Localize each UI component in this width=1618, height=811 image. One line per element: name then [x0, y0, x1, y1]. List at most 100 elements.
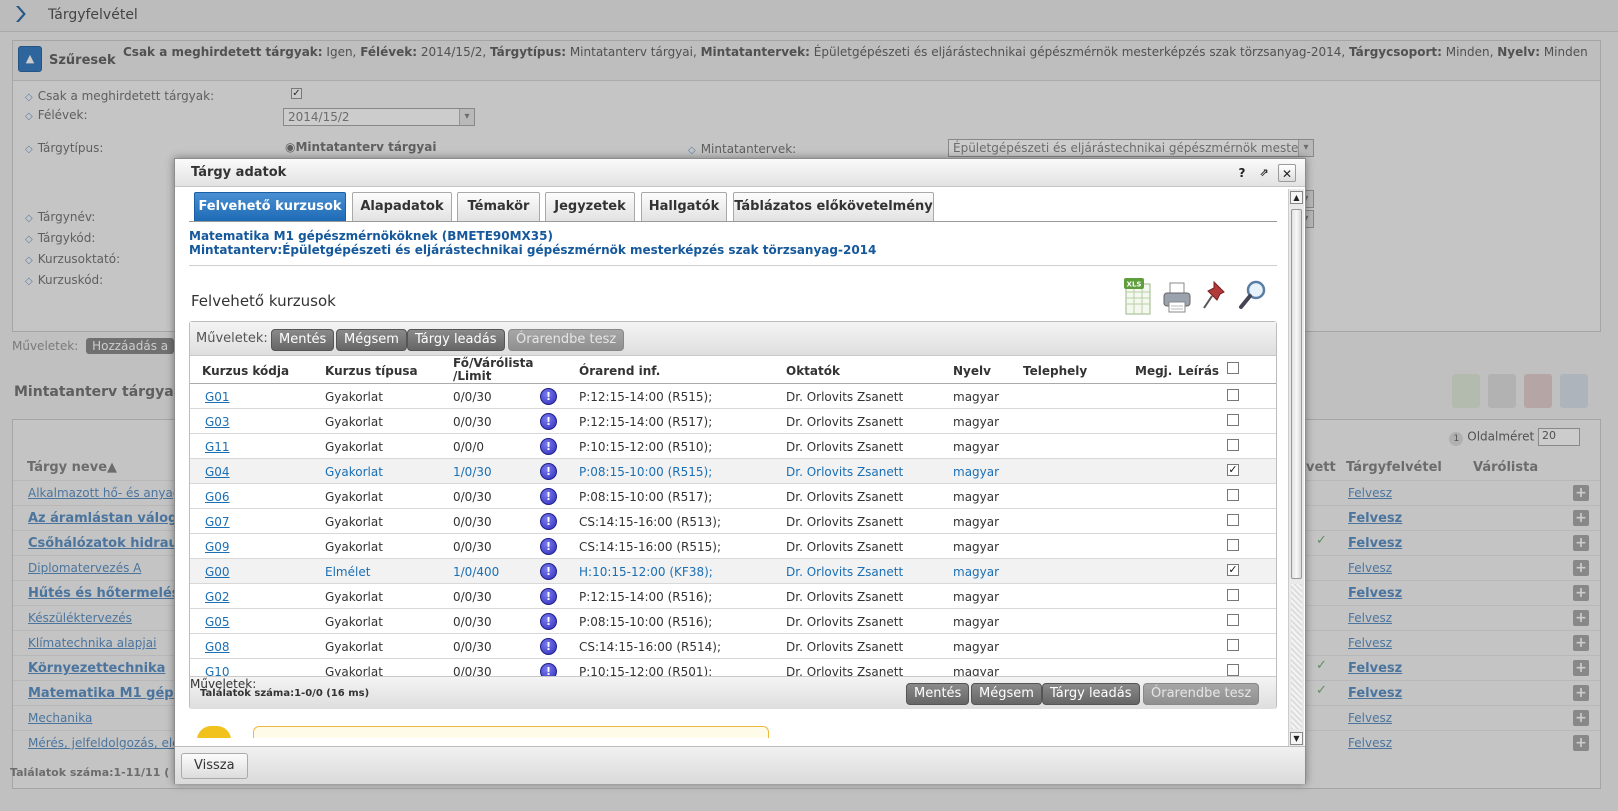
course-select-checkbox[interactable]: [1227, 489, 1239, 501]
info-icon[interactable]: !: [540, 538, 557, 555]
popout-icon[interactable]: ⇗: [1255, 164, 1273, 182]
course-select-checkbox[interactable]: [1227, 414, 1239, 426]
dialog-title: Tárgy adatok: [191, 165, 287, 180]
course-code-link[interactable]: G05: [205, 615, 230, 629]
course-limit: 0/0/30: [453, 640, 492, 654]
dialog-footer: Vissza: [175, 746, 1305, 784]
xls-export-icon[interactable]: XLS: [1123, 276, 1155, 316]
course-limit: 0/0/30: [453, 490, 492, 504]
help-icon[interactable]: ?: [1233, 164, 1251, 182]
course-limit: 0/0/30: [453, 590, 492, 604]
info-icon[interactable]: !: [540, 613, 557, 630]
course-code-link[interactable]: G06: [205, 490, 230, 504]
svg-text:XLS: XLS: [1127, 281, 1142, 289]
col-schedule[interactable]: Órarend inf.: [579, 365, 660, 378]
scroll-track[interactable]: [1291, 584, 1302, 729]
course-schedule: CS:14:15-16:00 (R513);: [579, 515, 721, 529]
back-button[interactable]: Vissza: [181, 753, 248, 779]
course-select-checkbox[interactable]: [1227, 514, 1239, 526]
course-type: Gyakorlat: [325, 390, 383, 404]
course-type: Gyakorlat: [325, 415, 383, 429]
course-select-checkbox[interactable]: [1227, 639, 1239, 651]
close-icon[interactable]: ✕: [1278, 164, 1296, 182]
course-code-link[interactable]: G00: [205, 565, 230, 579]
course-code-link[interactable]: G03: [205, 415, 230, 429]
info-icon[interactable]: !: [540, 563, 557, 580]
add-to-timetable-button[interactable]: Órarendbe tesz: [508, 329, 625, 351]
tab-divider: [189, 221, 1277, 222]
course-language: magyar: [953, 515, 1000, 529]
course-code-link[interactable]: G07: [205, 515, 230, 529]
course-language: magyar: [953, 540, 1000, 554]
scroll-thumb[interactable]: [1291, 209, 1302, 579]
info-icon[interactable]: !: [540, 438, 557, 455]
scroll-down-icon[interactable]: ▼: [1290, 732, 1303, 745]
course-row: G05 Gyakorlat 0/0/30 P:08:15-10:00 (R516); D…: [190, 609, 1276, 634]
course-language: magyar: [953, 565, 1000, 579]
grid-footer: Találatok száma:1-0/0 (16 ms) Műveletek:…: [190, 676, 1276, 709]
course-teacher: Dr. Orlovits Zsanett: [786, 615, 904, 629]
course-select-checkbox[interactable]: [1227, 439, 1239, 451]
tab-0[interactable]: Felvehető kurzusok: [194, 192, 346, 222]
save-button[interactable]: Mentés: [271, 329, 335, 351]
col-course-type[interactable]: Kurzus típusa: [325, 365, 418, 378]
course-teacher: Dr. Orlovits Zsanett: [786, 515, 904, 529]
info-icon[interactable]: !: [540, 588, 557, 605]
col-description[interactable]: Leírás: [1178, 365, 1219, 378]
drop-subject-button[interactable]: Tárgy leadás: [407, 329, 505, 351]
course-code-link[interactable]: G09: [205, 540, 230, 554]
search-icon[interactable]: [1237, 276, 1269, 316]
tab-2[interactable]: Témakör: [457, 192, 540, 222]
cancel-button[interactable]: Mégsem: [336, 329, 407, 351]
course-teacher: Dr. Orlovits Zsanett: [786, 565, 904, 579]
course-code-link[interactable]: G04: [205, 465, 230, 479]
col-site[interactable]: Telephely: [1023, 365, 1087, 378]
course-select-checkbox[interactable]: ✓: [1227, 564, 1239, 576]
add-to-timetable-button-bottom[interactable]: Órarendbe tesz: [1143, 683, 1260, 705]
course-select-checkbox[interactable]: [1227, 614, 1239, 626]
info-icon[interactable]: !: [540, 488, 557, 505]
info-icon[interactable]: !: [540, 463, 557, 480]
dialog-scrollbar[interactable]: ▲ ▼: [1288, 189, 1304, 747]
course-code-link[interactable]: G08: [205, 640, 230, 654]
course-code-link[interactable]: G01: [205, 390, 230, 404]
course-row: G07 Gyakorlat 0/0/30 CS:14:15-16:00 (R513);…: [190, 509, 1276, 534]
col-teachers[interactable]: Oktatók: [786, 365, 840, 378]
pin-icon[interactable]: [1200, 276, 1232, 316]
info-icon[interactable]: !: [540, 638, 557, 655]
cancel-button-bottom[interactable]: Mégsem: [971, 683, 1042, 705]
print-icon[interactable]: [1161, 276, 1193, 316]
dialog-titlebar: Tárgy adatok ? ⇗ ✕: [175, 159, 1305, 187]
course-code-link[interactable]: G02: [205, 590, 230, 604]
tab-3[interactable]: Jegyzetek: [545, 192, 635, 222]
course-row: G09 Gyakorlat 0/0/30 CS:14:15-16:00 (R515);…: [190, 534, 1276, 559]
course-select-checkbox[interactable]: [1227, 664, 1239, 676]
info-icon[interactable]: !: [540, 388, 557, 405]
col-course-code[interactable]: Kurzus kódja: [202, 365, 289, 378]
tab-5[interactable]: Táblázatos előkövetelmény: [733, 192, 934, 222]
info-icon[interactable]: !: [540, 513, 557, 530]
course-limit: 0/0/30: [453, 390, 492, 404]
select-all-checkbox[interactable]: [1227, 362, 1239, 374]
course-teacher: Dr. Orlovits Zsanett: [786, 465, 904, 479]
course-type: Gyakorlat: [325, 490, 383, 504]
drop-subject-button-bottom[interactable]: Tárgy leadás: [1042, 683, 1140, 705]
tab-1[interactable]: Alapadatok: [352, 192, 452, 222]
course-select-checkbox[interactable]: [1227, 539, 1239, 551]
col-limit[interactable]: Fő/Várólista/Limit: [453, 357, 533, 383]
course-row: G11 Gyakorlat 0/0/0 P:10:15-12:00 (R510); Dr…: [190, 434, 1276, 459]
course-limit: 0/0/0: [453, 440, 484, 454]
col-language[interactable]: Nyelv: [953, 365, 991, 378]
tab-4[interactable]: Hallgatók: [641, 192, 727, 222]
info-icon[interactable]: !: [540, 413, 557, 430]
course-type: Gyakorlat: [325, 615, 383, 629]
course-select-checkbox[interactable]: ✓: [1227, 464, 1239, 476]
course-select-checkbox[interactable]: [1227, 589, 1239, 601]
save-button-bottom[interactable]: Mentés: [906, 683, 970, 705]
course-select-checkbox[interactable]: [1227, 389, 1239, 401]
subject-data-dialog: Tárgy adatok ? ⇗ ✕ Felvehető kurzusok Ala…: [174, 158, 1306, 784]
col-note[interactable]: Megj.: [1135, 365, 1172, 378]
scroll-up-icon[interactable]: ▲: [1290, 191, 1303, 204]
course-limit: 0/0/30: [453, 540, 492, 554]
course-code-link[interactable]: G11: [205, 440, 230, 454]
